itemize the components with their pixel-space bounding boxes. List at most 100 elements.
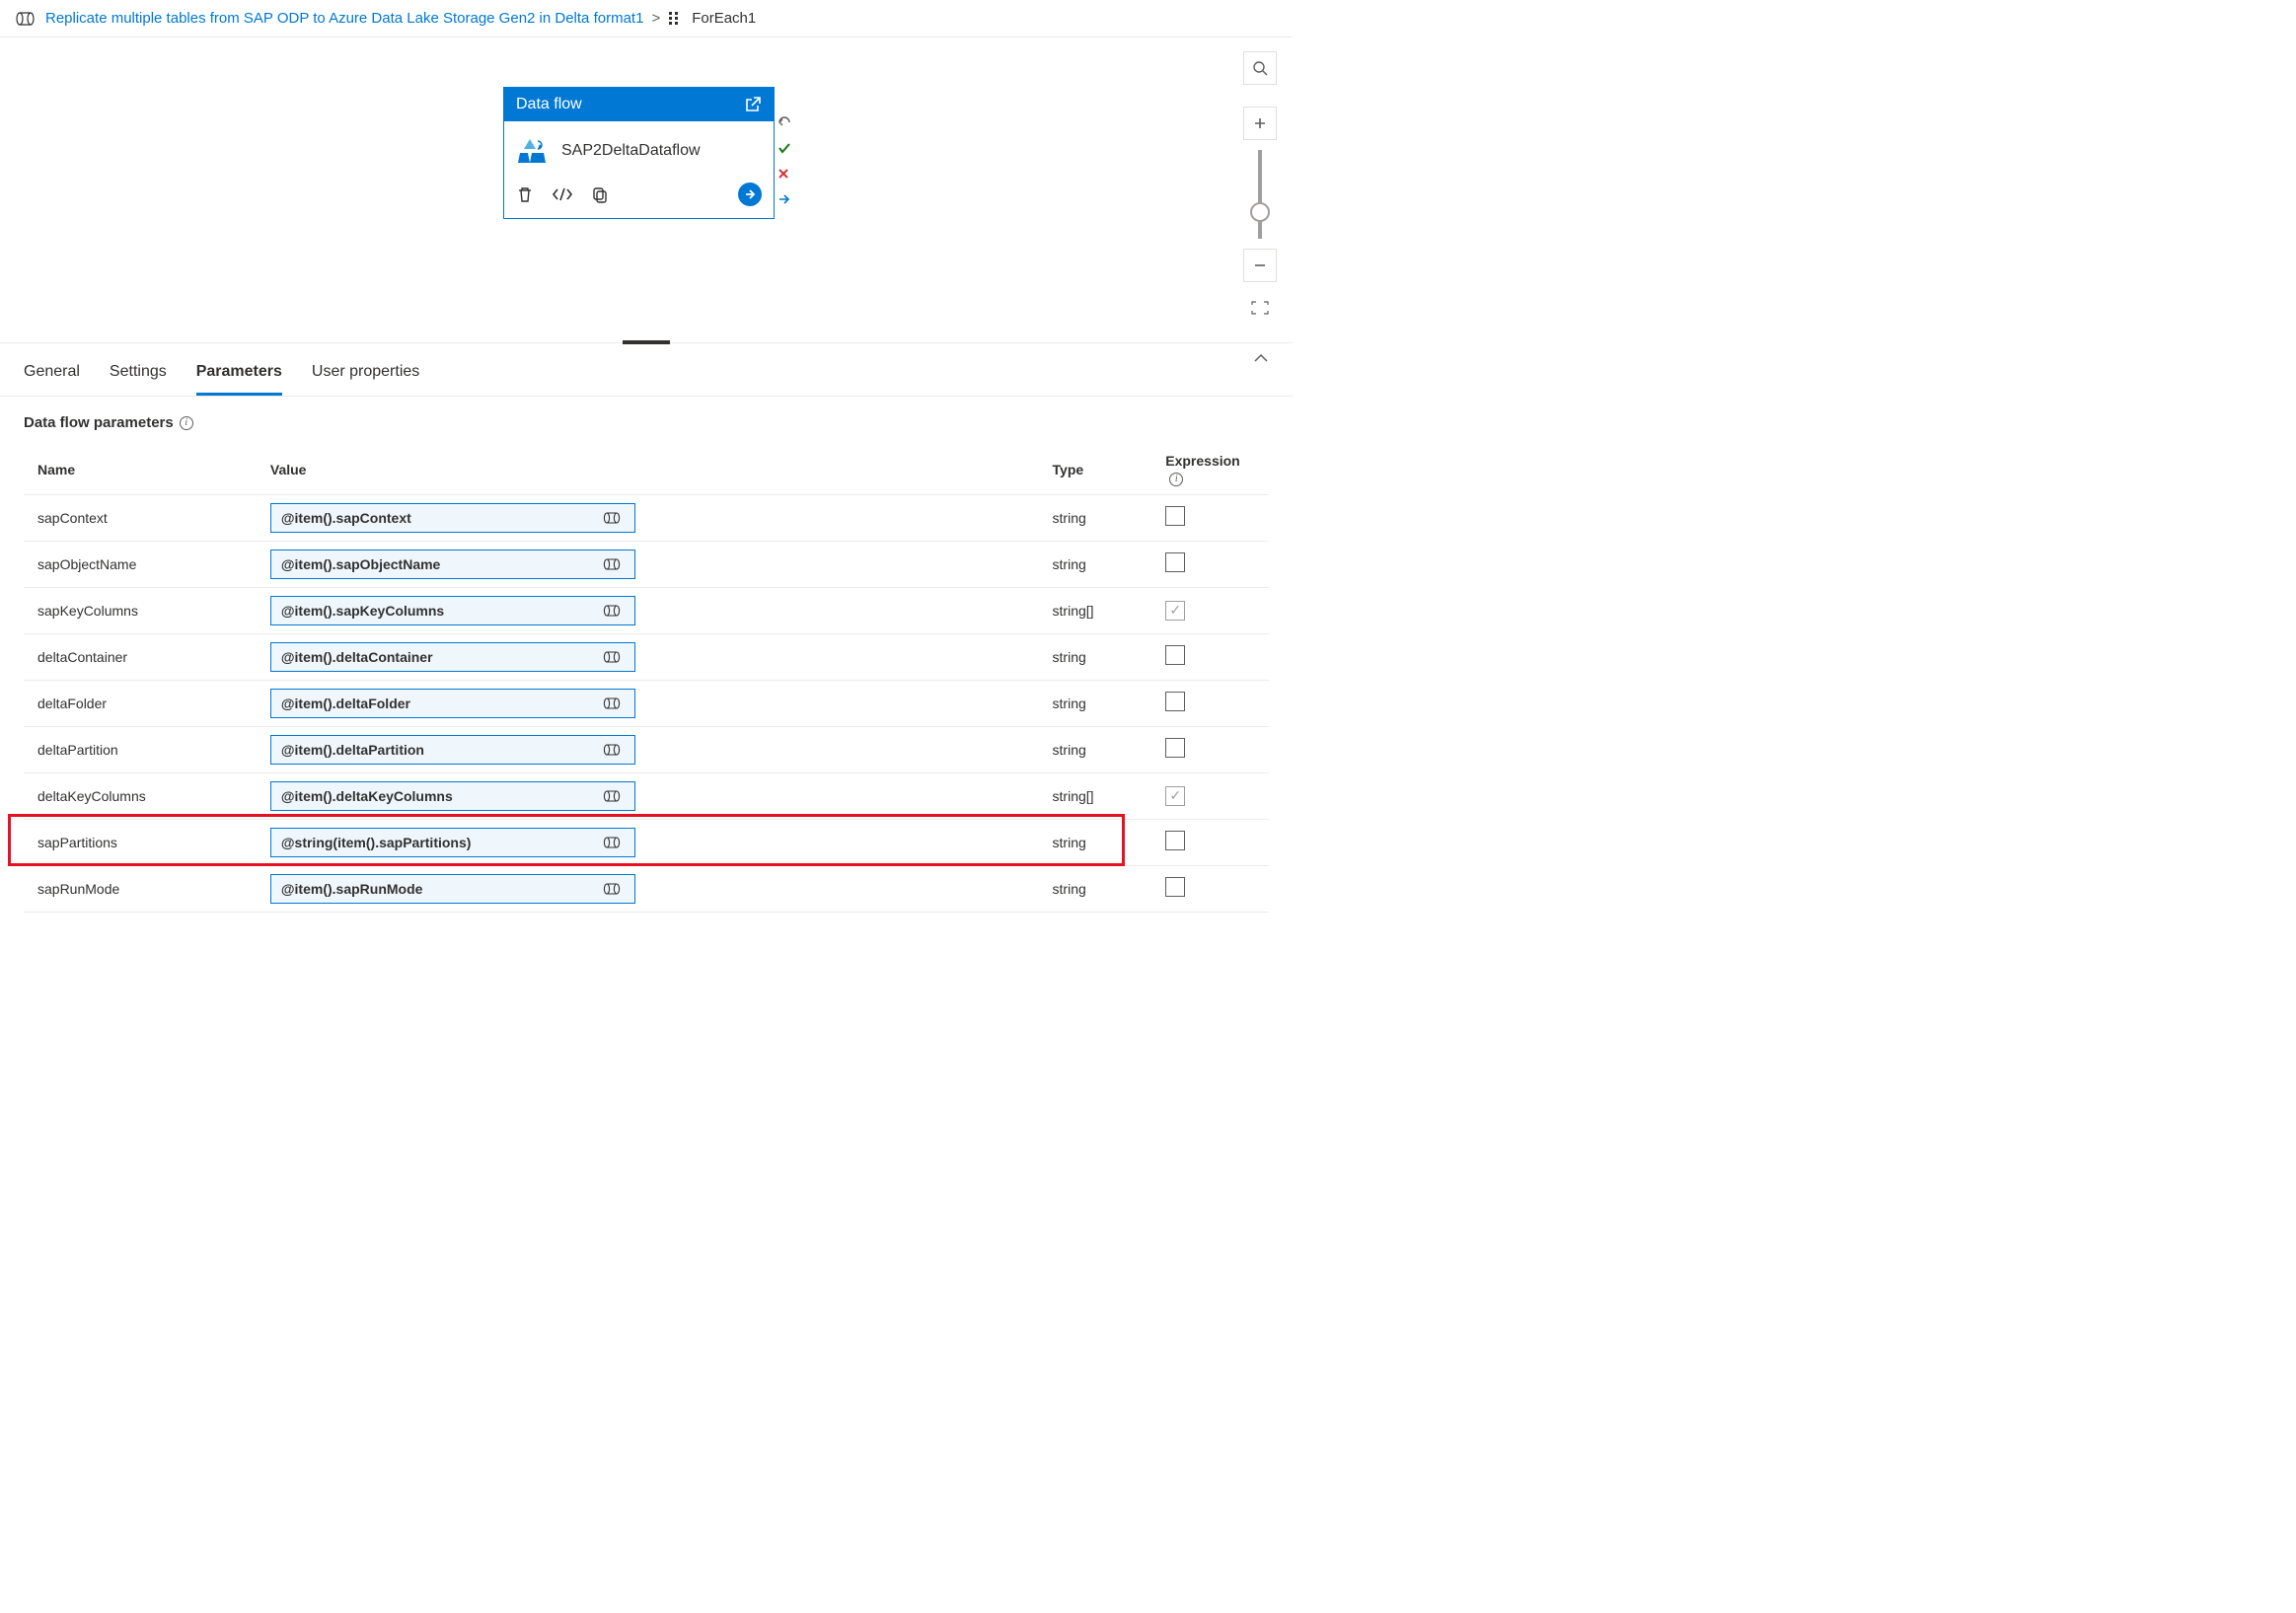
col-expr-label: Expression (1165, 453, 1239, 469)
parameters-section: Data flow parameters i Name Value Type E… (0, 397, 1293, 930)
expression-checkbox[interactable] (1165, 601, 1185, 621)
dataflow-service-icon (516, 135, 548, 167)
param-value-input[interactable]: @item().sapRunMode (270, 874, 635, 904)
tab-parameters[interactable]: Parameters (196, 355, 282, 396)
success-icon[interactable] (778, 142, 793, 154)
param-value-text: @item().sapContext (281, 510, 411, 526)
fit-screen-icon[interactable] (1250, 300, 1270, 316)
col-name: Name (24, 445, 260, 494)
expression-checkbox[interactable] (1165, 552, 1185, 572)
param-value-text: @item().sapObjectName (281, 556, 440, 572)
go-button[interactable] (738, 183, 762, 206)
param-name: deltaPartition (24, 726, 260, 772)
expression-checkbox[interactable] (1165, 738, 1185, 758)
param-value-text: @item().deltaPartition (281, 742, 424, 758)
param-value-text: @item().deltaFolder (281, 696, 410, 711)
table-row: deltaFolder @item().deltaFolder string (24, 680, 1269, 726)
tab-settings[interactable]: Settings (110, 355, 167, 396)
param-value-input[interactable]: @item().sapObjectName (270, 550, 635, 579)
param-name: sapContext (24, 494, 260, 541)
pipeline-icon (603, 557, 625, 571)
dataflow-card[interactable]: Data flow SAP2DeltaDataflow (503, 87, 775, 219)
param-type: string[] (1043, 772, 1156, 819)
table-row: deltaPartition @item().deltaPartition stri… (24, 726, 1269, 772)
breadcrumb: Replicate multiple tables from SAP ODP t… (0, 0, 1293, 37)
pipeline-icon (603, 650, 625, 664)
param-name: sapPartitions (24, 819, 260, 865)
zoom-slider[interactable] (1258, 150, 1262, 239)
pipeline-icon (603, 604, 625, 618)
pipeline-icon (603, 789, 625, 803)
zoom-out-button[interactable] (1243, 249, 1277, 282)
param-type: string (1043, 726, 1156, 772)
param-value-input[interactable]: @item().deltaPartition (270, 735, 635, 765)
expression-checkbox[interactable] (1165, 831, 1185, 850)
skip-icon[interactable] (778, 193, 793, 205)
param-value-text: @item().sapKeyColumns (281, 603, 444, 619)
copy-icon[interactable] (591, 185, 609, 203)
table-row: deltaKeyColumns @item().deltaKeyColumns st… (24, 772, 1269, 819)
col-type: Type (1043, 445, 1156, 494)
pipeline-icon (16, 11, 37, 27)
param-value-text: @item().sapRunMode (281, 881, 423, 897)
param-value-text: @string(item().sapPartitions) (281, 835, 472, 850)
foreach-icon (668, 11, 684, 27)
param-value-text: @item().deltaContainer (281, 649, 433, 665)
param-type: string (1043, 680, 1156, 726)
param-type: string (1043, 865, 1156, 912)
param-type: string (1043, 541, 1156, 587)
tab-user-properties[interactable]: User properties (312, 355, 419, 396)
undo-icon[interactable] (778, 116, 793, 128)
pipeline-icon (603, 882, 625, 896)
table-row: sapPartitions @string(item().sapPartition… (24, 819, 1269, 865)
error-icon[interactable] (778, 168, 793, 180)
param-type: string (1043, 633, 1156, 680)
tabs: General Settings Parameters User propert… (0, 343, 1293, 397)
dataflow-name: SAP2DeltaDataflow (561, 142, 701, 160)
expression-checkbox[interactable] (1165, 877, 1185, 897)
pipeline-icon (603, 836, 625, 849)
pipeline-icon (603, 511, 625, 525)
breadcrumb-link[interactable]: Replicate multiple tables from SAP ODP t… (45, 10, 643, 27)
info-icon[interactable]: i (1169, 473, 1183, 486)
breadcrumb-sep: > (651, 10, 660, 27)
param-name: sapObjectName (24, 541, 260, 587)
expression-checkbox[interactable] (1165, 786, 1185, 806)
param-name: sapKeyColumns (24, 587, 260, 633)
open-external-icon[interactable] (744, 96, 762, 113)
param-value-input[interactable]: @item().deltaContainer (270, 642, 635, 672)
param-value-input[interactable]: @item().deltaKeyColumns (270, 781, 635, 811)
param-name: sapRunMode (24, 865, 260, 912)
search-button[interactable] (1243, 51, 1277, 85)
zoom-in-button[interactable] (1243, 107, 1277, 140)
col-value: Value (260, 445, 1043, 494)
param-value-input[interactable]: @item().sapKeyColumns (270, 596, 635, 625)
delete-icon[interactable] (516, 185, 534, 203)
canvas[interactable]: Data flow SAP2DeltaDataflow (0, 37, 1293, 343)
info-icon[interactable]: i (180, 416, 193, 430)
parameters-table: Name Value Type Expression i sapContext @… (24, 445, 1269, 913)
param-type: string[] (1043, 587, 1156, 633)
param-name: deltaKeyColumns (24, 772, 260, 819)
code-icon[interactable] (552, 186, 573, 202)
param-value-input[interactable]: @string(item().sapPartitions) (270, 828, 635, 857)
param-type: string (1043, 819, 1156, 865)
param-value-text: @item().deltaKeyColumns (281, 788, 453, 804)
expression-checkbox[interactable] (1165, 506, 1185, 526)
param-name: deltaFolder (24, 680, 260, 726)
expression-checkbox[interactable] (1165, 692, 1185, 711)
pipeline-icon (603, 743, 625, 757)
dataflow-card-header[interactable]: Data flow (504, 88, 774, 121)
param-value-input[interactable]: @item().sapContext (270, 503, 635, 533)
table-row: sapKeyColumns @item().sapKeyColumns string… (24, 587, 1269, 633)
pipeline-icon (603, 697, 625, 710)
param-value-input[interactable]: @item().deltaFolder (270, 689, 635, 718)
tab-general[interactable]: General (24, 355, 80, 396)
table-row: sapContext@item().sapContextstring (24, 494, 1269, 541)
section-title-text: Data flow parameters (24, 414, 174, 431)
collapse-panel-button[interactable] (1253, 353, 1269, 363)
col-expr: Expression i (1155, 445, 1269, 494)
table-row: sapObjectName @item().sapObjectName string (24, 541, 1269, 587)
dataflow-card-title: Data flow (516, 96, 582, 113)
expression-checkbox[interactable] (1165, 645, 1185, 665)
